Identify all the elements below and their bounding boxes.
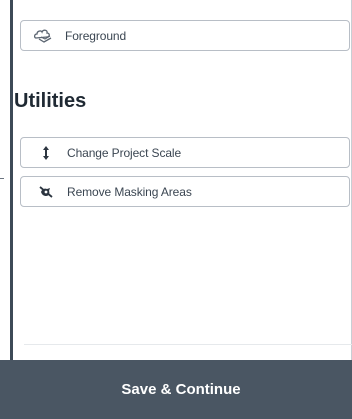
resize-handle[interactable] bbox=[0, 178, 4, 179]
save-and-continue-button[interactable]: Save & Continue bbox=[0, 360, 352, 419]
mask-off-icon bbox=[31, 184, 61, 200]
layer-item-label: Foreground bbox=[65, 28, 127, 43]
panel-left-border bbox=[10, 0, 13, 360]
vertical-arrows-icon bbox=[31, 145, 61, 161]
remove-masking-areas-button[interactable]: Remove Masking Areas bbox=[20, 176, 350, 207]
layer-item-foreground[interactable]: Foreground bbox=[20, 20, 350, 51]
side-panel: Foreground Utilities Change Project Scal… bbox=[0, 0, 352, 419]
change-project-scale-label: Change Project Scale bbox=[67, 145, 182, 160]
remove-masking-areas-label: Remove Masking Areas bbox=[67, 184, 192, 199]
divider bbox=[24, 344, 352, 345]
change-project-scale-button[interactable]: Change Project Scale bbox=[20, 137, 350, 168]
utilities-heading: Utilities bbox=[14, 90, 87, 112]
layers-cloud-icon bbox=[29, 28, 59, 44]
save-and-continue-label: Save & Continue bbox=[121, 381, 241, 398]
